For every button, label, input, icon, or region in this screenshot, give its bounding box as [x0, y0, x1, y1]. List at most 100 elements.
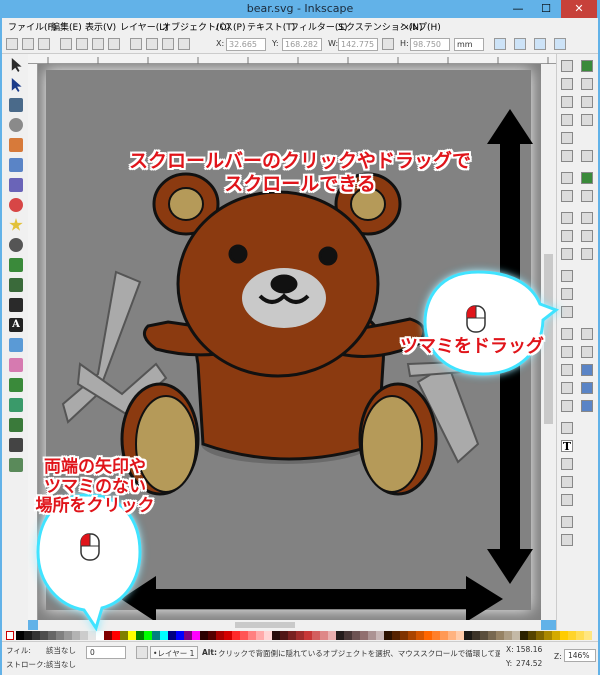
swatch[interactable]: [16, 631, 24, 640]
swatch[interactable]: [496, 631, 504, 640]
swatch[interactable]: [112, 631, 120, 640]
menu-view[interactable]: 表示(V): [85, 20, 116, 33]
copy-icon[interactable]: [561, 212, 573, 224]
calligraphy-tool-icon[interactable]: [9, 298, 23, 312]
swatch[interactable]: [224, 631, 232, 640]
swatch[interactable]: [144, 631, 152, 640]
swatch[interactable]: [392, 631, 400, 640]
flip-horizontal-icon[interactable]: [92, 38, 104, 50]
swatch[interactable]: [544, 631, 552, 640]
swatch[interactable]: [232, 631, 240, 640]
undo-icon[interactable]: [561, 172, 573, 184]
swatch[interactable]: [104, 631, 112, 640]
snap-guide-icon[interactable]: [581, 400, 593, 412]
text-tool-icon[interactable]: A: [9, 318, 23, 332]
move-gradients-icon[interactable]: [534, 38, 546, 50]
layers-icon[interactable]: [561, 458, 573, 470]
menu-edit[interactable]: 編集(E): [51, 20, 82, 33]
swatch[interactable]: [176, 631, 184, 640]
align-distribute-icon[interactable]: [561, 494, 573, 506]
swatch[interactable]: [320, 631, 328, 640]
swatch[interactable]: [32, 631, 40, 640]
zoom-page-icon[interactable]: [561, 306, 573, 318]
zoom-field[interactable]: 146%: [564, 649, 596, 662]
menu-text[interactable]: テキスト(T): [247, 20, 295, 33]
mesh-tool-icon[interactable]: [9, 418, 23, 432]
select-all-layers-icon[interactable]: [22, 38, 34, 50]
fill-stroke-icon[interactable]: [561, 422, 573, 434]
swatch[interactable]: [416, 631, 424, 640]
swatch[interactable]: [424, 631, 432, 640]
swatch[interactable]: [168, 631, 176, 640]
snap-page-icon[interactable]: [581, 364, 593, 376]
swatch[interactable]: [408, 631, 416, 640]
w-field[interactable]: 142.775: [338, 38, 378, 51]
x-field[interactable]: 32.665: [226, 38, 266, 51]
layer-select[interactable]: •レイヤー 1: [150, 646, 198, 659]
swatch[interactable]: [552, 631, 560, 640]
document-properties-icon[interactable]: [561, 516, 573, 528]
raise-to-top-icon[interactable]: [130, 38, 142, 50]
zoom-selection-icon[interactable]: [561, 270, 573, 282]
snap-bbox-edge-icon[interactable]: [581, 96, 593, 108]
menu-layer[interactable]: レイヤー(L): [120, 20, 168, 33]
swatch[interactable]: [48, 631, 56, 640]
paint-bucket-tool-icon[interactable]: [9, 378, 23, 392]
swatch[interactable]: [56, 631, 64, 640]
save-icon[interactable]: [561, 96, 573, 108]
swatch[interactable]: [432, 631, 440, 640]
snap-enable-icon[interactable]: [581, 60, 593, 72]
y-field[interactable]: 168.282: [282, 38, 322, 51]
scale-corners-icon[interactable]: [514, 38, 526, 50]
swatch[interactable]: [96, 631, 104, 640]
swatch[interactable]: [208, 631, 216, 640]
layer-visibility-icon[interactable]: [136, 646, 148, 659]
unit-select[interactable]: mm: [454, 38, 484, 51]
swatch[interactable]: [472, 631, 480, 640]
swatch[interactable]: [256, 631, 264, 640]
group-icon[interactable]: [561, 382, 573, 394]
pencil-tool-icon[interactable]: [9, 258, 23, 272]
swatch[interactable]: [360, 631, 368, 640]
snap-intersection-icon[interactable]: [581, 212, 593, 224]
snap-bbox-icon[interactable]: [581, 78, 593, 90]
text-font-icon[interactable]: T: [561, 440, 573, 452]
scale-stroke-icon[interactable]: [494, 38, 506, 50]
maximize-button[interactable]: ☐: [533, 0, 559, 18]
swatch[interactable]: [368, 631, 376, 640]
snap-bbox-corner-icon[interactable]: [581, 114, 593, 126]
3d-box-tool-icon[interactable]: [9, 178, 23, 192]
import-icon[interactable]: [561, 132, 573, 144]
swatch[interactable]: [344, 631, 352, 640]
pen-tool-icon[interactable]: [9, 278, 23, 292]
measure-tool-icon[interactable]: [9, 138, 23, 152]
spray-tool-icon[interactable]: [9, 338, 23, 352]
swatch[interactable]: [576, 631, 584, 640]
swatch[interactable]: [376, 631, 384, 640]
swatch[interactable]: [264, 631, 272, 640]
swatch[interactable]: [80, 631, 88, 640]
swatch[interactable]: [200, 631, 208, 640]
title-bar[interactable]: bear.svg - Inkscape — ☐ ✕: [0, 0, 600, 18]
swatch[interactable]: [504, 631, 512, 640]
swatch[interactable]: [192, 631, 200, 640]
xml-editor-icon[interactable]: [561, 476, 573, 488]
swatch[interactable]: [352, 631, 360, 640]
duplicate-icon[interactable]: [561, 328, 573, 340]
swatch[interactable]: [160, 631, 168, 640]
swatch[interactable]: [304, 631, 312, 640]
lower-icon[interactable]: [162, 38, 174, 50]
snap-cusp-icon[interactable]: [581, 230, 593, 242]
swatch[interactable]: [184, 631, 192, 640]
spiral-tool-icon[interactable]: [9, 238, 23, 252]
unlink-clone-icon[interactable]: [561, 364, 573, 376]
swatch[interactable]: [480, 631, 488, 640]
raise-icon[interactable]: [146, 38, 158, 50]
opacity-field[interactable]: 0: [86, 646, 126, 659]
snap-path-icon[interactable]: [581, 190, 593, 202]
redo-icon[interactable]: [561, 190, 573, 202]
horizontal-scroll-thumb[interactable]: [235, 622, 295, 628]
node-tool-icon[interactable]: [11, 78, 22, 92]
deselect-icon[interactable]: [38, 38, 50, 50]
swatch[interactable]: [24, 631, 32, 640]
